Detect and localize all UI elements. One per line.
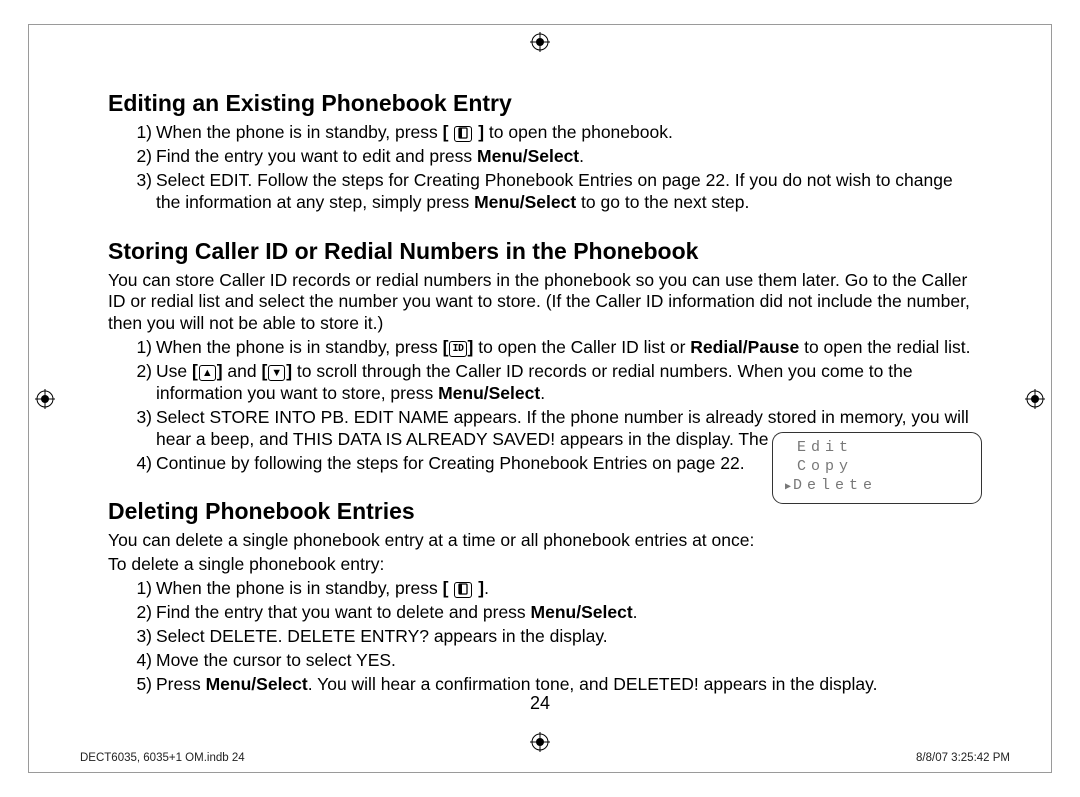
step-text: Select EDIT. Follow the steps for Creati… [156,170,978,214]
list-item: 4) Move the cursor to select YES. [132,650,748,672]
intro-text: You can delete a single phonebook entry … [108,530,978,552]
step-number: 1) [132,337,156,359]
sub-intro-text: To delete a single phonebook entry: [108,554,748,576]
lcd-screen-illustration: Edit Copy Delete [772,432,982,504]
key-label: [ ] [443,122,484,142]
intro-text: You can store Caller ID records or redia… [108,270,978,336]
list-deleting-steps: 1) When the phone is in standby, press [… [108,578,748,672]
section-deleting-entries: Deleting Phonebook Entries You can delet… [108,498,978,695]
list-item: 3) Select DELETE. DELETE ENTRY? appears … [132,626,748,648]
step-number: 4) [132,650,156,672]
step-number: 4) [132,453,156,475]
step-text: Find the entry you want to edit and pres… [156,146,978,168]
list-item: 1) When the phone is in standby, press [… [132,337,978,359]
step-text: When the phone is in standby, press [ ] … [156,122,978,144]
step-number: 3) [132,626,156,648]
list-item: 2) Find the entry that you want to delet… [132,602,748,624]
heading-storing-caller-id: Storing Caller ID or Redial Numbers in t… [108,238,978,265]
key-label: Redial/Pause [690,337,799,357]
step-text: When the phone is in standby, press [ID]… [156,337,978,359]
key-label: [▲] [192,361,223,381]
step-number: 3) [132,407,156,429]
lcd-line-delete: Delete [785,477,969,496]
step-text: Select DELETE. DELETE ENTRY? appears in … [156,626,748,648]
heading-editing-entry: Editing an Existing Phonebook Entry [108,90,978,117]
list-item: 1) When the phone is in standby, press [… [132,578,748,600]
phonebook-icon [454,126,472,142]
key-label: [ ] [443,578,484,598]
step-text: When the phone is in standby, press [ ]. [156,578,748,600]
page-number: 24 [0,693,1080,714]
page-content: Editing an Existing Phonebook Entry 1) W… [108,90,978,720]
registration-mark-top-icon [530,32,550,52]
step-text: Find the entry that you want to delete a… [156,602,748,624]
step-text: Use [▲] and [▼] to scroll through the Ca… [156,361,978,405]
step-number: 2) [132,361,156,383]
list-item: 2) Use [▲] and [▼] to scroll through the… [132,361,978,405]
step-number: 3) [132,170,156,192]
footer-timestamp: 8/8/07 3:25:42 PM [916,752,1010,764]
step-number: 1) [132,122,156,144]
list-item: 3) Select EDIT. Follow the steps for Cre… [132,170,978,214]
step-text: Move the cursor to select YES. [156,650,748,672]
up-arrow-icon: ▲ [199,365,216,381]
key-label: [ID] [443,337,474,357]
step-number: 2) [132,602,156,624]
down-arrow-icon: ▼ [268,365,285,381]
step-number: 2) [132,146,156,168]
key-label: [▼] [261,361,292,381]
registration-mark-left-icon [35,389,55,409]
step-number: 1) [132,578,156,600]
registration-mark-bottom-icon [530,732,550,752]
list-item: 1) When the phone is in standby, press [… [132,122,978,144]
key-label: Menu/Select [477,146,579,166]
key-label: Menu/Select [531,602,633,622]
list-item: 2) Find the entry you want to edit and p… [132,146,978,168]
key-label: Menu/Select [438,383,540,403]
key-label: Menu/Select [474,192,576,212]
caller-id-icon: ID [449,341,466,357]
footer-filename: DECT6035, 6035+1 OM.indb 24 [80,752,245,764]
registration-mark-right-icon [1025,389,1045,409]
key-label: Menu/Select [206,674,308,694]
section-editing-entry: Editing an Existing Phonebook Entry 1) W… [108,90,978,214]
list-editing-steps: 1) When the phone is in standby, press [… [108,122,978,214]
lcd-line-copy: Copy [785,458,969,477]
lcd-line-edit: Edit [785,439,969,458]
phonebook-icon [454,582,472,598]
